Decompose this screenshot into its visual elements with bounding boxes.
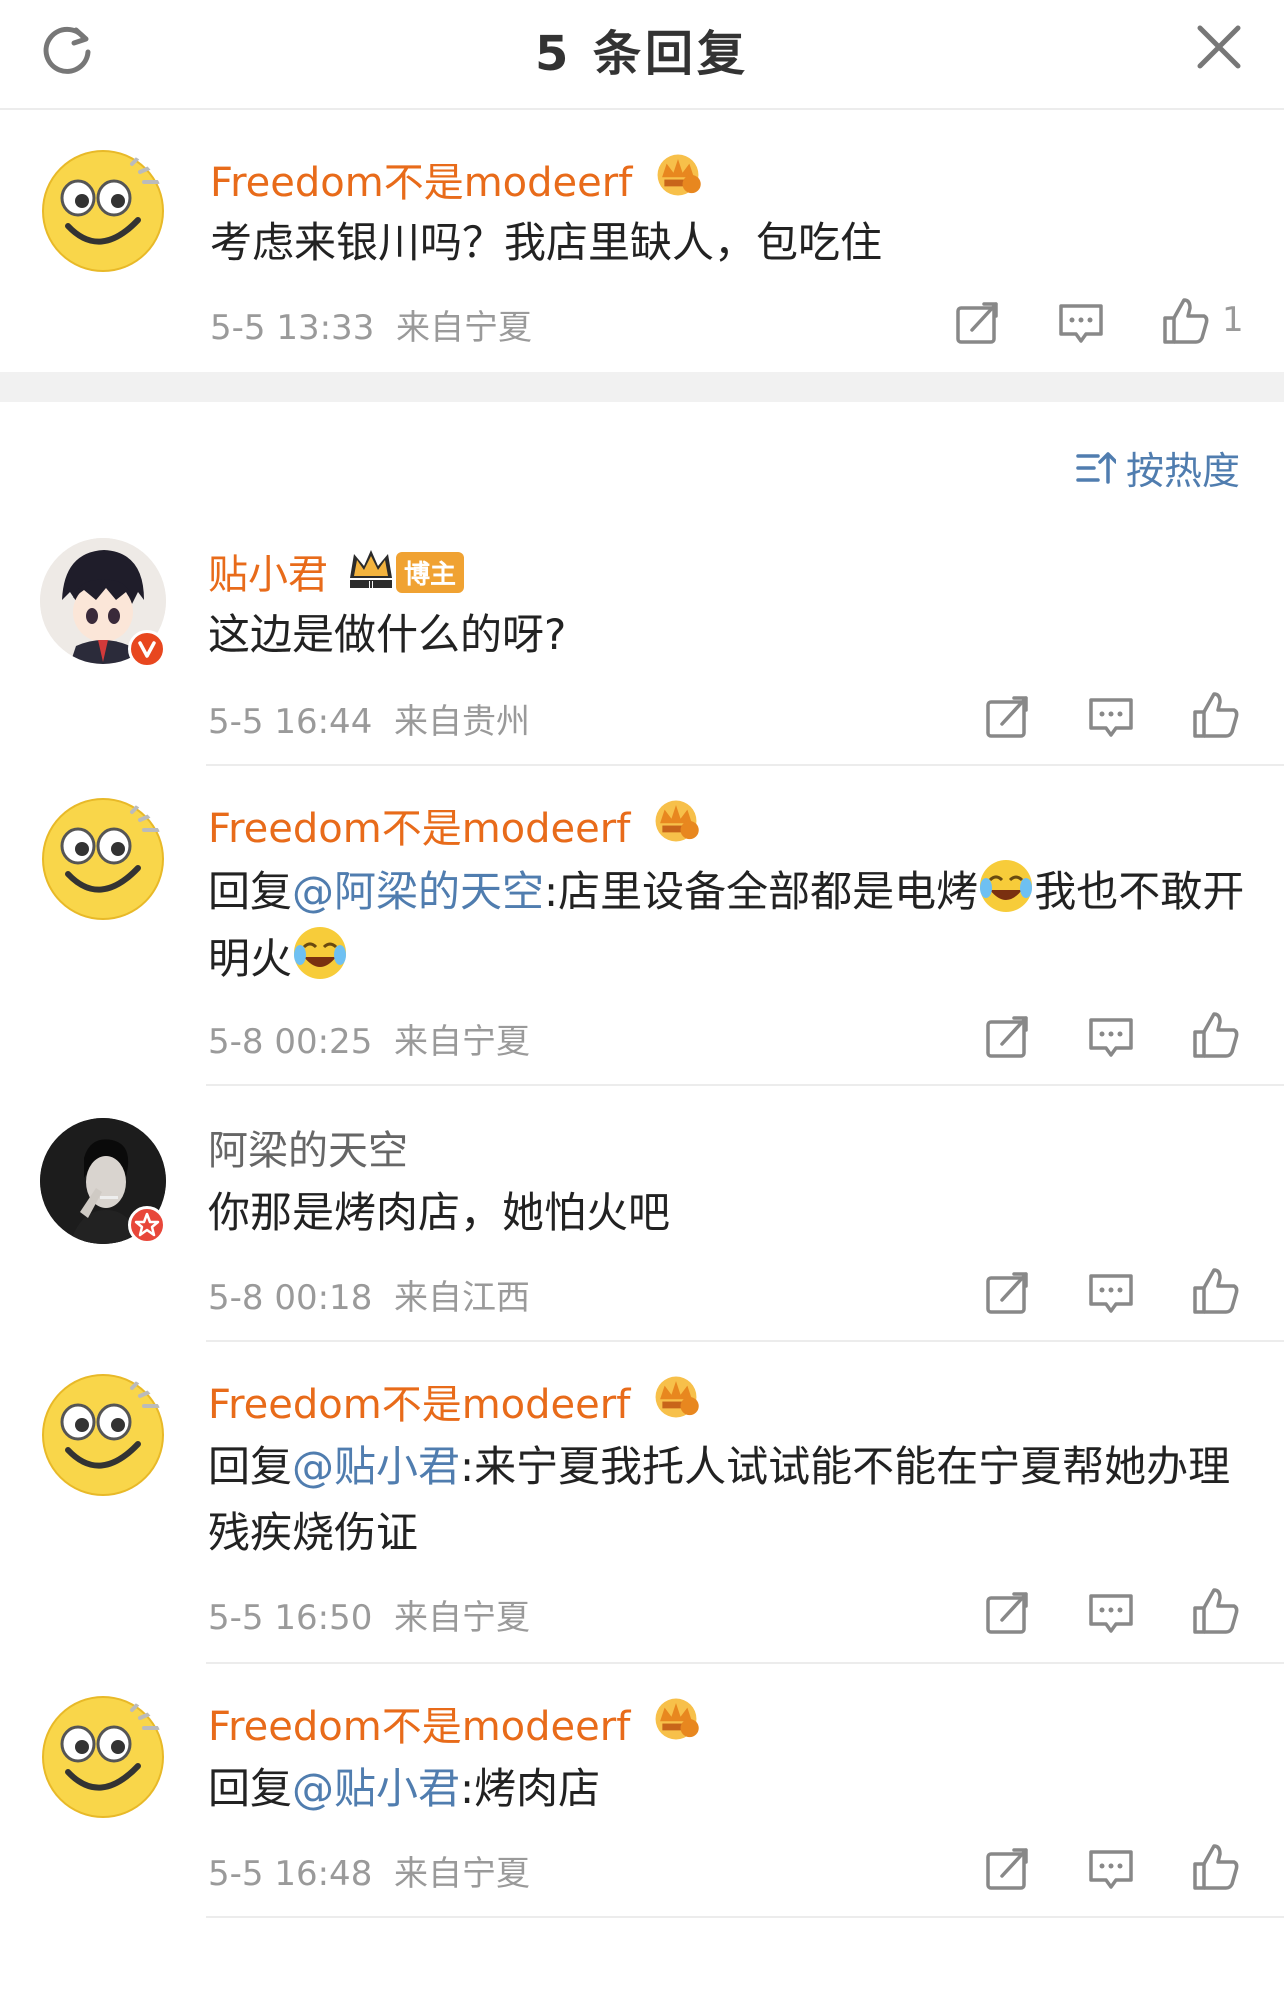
crown-icon	[655, 800, 699, 842]
comment-text: 这边是做什么的呀?	[208, 610, 567, 659]
like-icon[interactable]	[1190, 1586, 1240, 1636]
comment-meta: 5-5 16:44 来自贵州	[208, 694, 530, 743]
comment-icon[interactable]	[1086, 1268, 1136, 1318]
share-icon[interactable]	[982, 1268, 1032, 1318]
comment-time: 5-5 13:33	[210, 308, 375, 348]
comment-time: 5-5 16:50	[208, 1598, 373, 1638]
section-separator	[0, 372, 1284, 402]
username[interactable]: Freedom不是modeerf	[210, 150, 632, 208]
comment-text: 回复@贴小君:来宁夏我托人试试能不能在宁夏帮她办理残疾烧伤证	[208, 1434, 1248, 1566]
comment-meta: 5-5 16:48 来自宁夏	[208, 1846, 530, 1895]
share-icon[interactable]	[952, 298, 1002, 348]
share-icon[interactable]	[982, 1012, 1032, 1062]
comment-location: 来自宁夏	[393, 1598, 530, 1638]
comment-meta: 5-8 00:25 来自宁夏	[208, 1014, 530, 1063]
comment-location: 来自宁夏	[393, 1854, 530, 1894]
comment-icon[interactable]	[1086, 1588, 1136, 1638]
reply-text: :店里设备全部都是电烤	[544, 867, 979, 916]
reply-prefix: 回复	[208, 867, 293, 916]
username[interactable]: 阿梁的天空	[208, 1118, 408, 1176]
comment-location: 来自宁夏	[395, 308, 532, 348]
like-icon[interactable]	[1190, 690, 1240, 740]
comment-text: 你那是烤肉店，她怕火吧	[208, 1188, 671, 1237]
vip-badge-icon	[128, 1206, 166, 1244]
reply-prefix: 回复	[208, 1442, 293, 1491]
comment-meta: 5-5 13:33 来自宁夏	[210, 300, 532, 349]
verified-badge-icon	[128, 630, 166, 668]
comment-time: 5-8 00:18	[208, 1278, 373, 1318]
comment-text: 回复@阿梁的天空:店里设备全部都是电烤 我也不敢开明火	[208, 858, 1248, 992]
like-icon[interactable]	[1190, 1010, 1240, 1060]
divider	[206, 1340, 1284, 1342]
comment-icon[interactable]	[1056, 298, 1106, 348]
avatar[interactable]	[40, 1372, 166, 1498]
username[interactable]: Freedom不是modeerf	[208, 1694, 630, 1752]
comment-meta: 5-5 16:50 来自宁夏	[208, 1590, 530, 1639]
top-bar: 5 条回复	[0, 0, 1284, 110]
crown-level-icon: II	[350, 550, 392, 591]
svg-text:II: II	[368, 580, 374, 591]
comment-location: 来自贵州	[393, 702, 530, 742]
divider	[206, 1084, 1284, 1086]
comment-icon[interactable]	[1086, 1012, 1136, 1062]
sort-button[interactable]: 按热度	[1076, 440, 1240, 495]
crown-icon	[657, 154, 701, 196]
comment-text: 考虑来银川吗？我店里缺人，包吃住	[210, 218, 883, 267]
comment-text: 回复@贴小君:烤肉店	[208, 1756, 1248, 1822]
sort-icon	[1076, 451, 1116, 484]
share-icon[interactable]	[982, 1588, 1032, 1638]
comment-location: 来自宁夏	[393, 1022, 530, 1062]
like-count: 1	[1222, 300, 1244, 340]
share-icon[interactable]	[982, 692, 1032, 742]
like-icon[interactable]	[1160, 296, 1210, 346]
comment-time: 5-8 00:25	[208, 1022, 373, 1062]
avatar[interactable]	[40, 796, 166, 922]
divider	[206, 1662, 1284, 1664]
avatar[interactable]	[40, 148, 166, 274]
page-title: 5 条回复	[534, 26, 750, 82]
mention-link[interactable]: @阿梁的天空	[292, 867, 544, 916]
comment-location: 来自江西	[393, 1278, 530, 1318]
comment-icon[interactable]	[1086, 692, 1136, 742]
divider	[206, 1916, 1284, 1918]
reply-text: :烤肉店	[460, 1764, 601, 1813]
like-icon[interactable]	[1190, 1842, 1240, 1892]
sort-label: 按热度	[1125, 449, 1240, 493]
username[interactable]: 贴小君	[208, 542, 328, 600]
laugh-cry-emoji-icon	[978, 858, 1034, 914]
crown-icon	[655, 1698, 699, 1740]
username[interactable]: Freedom不是modeerf	[208, 796, 630, 854]
share-icon[interactable]	[982, 1844, 1032, 1894]
comment-time: 5-5 16:48	[208, 1854, 373, 1894]
author-badge: 博主	[396, 552, 465, 593]
close-icon[interactable]	[1194, 22, 1244, 72]
divider	[206, 764, 1284, 766]
laugh-cry-emoji-icon	[292, 925, 348, 981]
crown-icon	[655, 1376, 699, 1418]
username[interactable]: Freedom不是modeerf	[208, 1372, 630, 1430]
comment-icon[interactable]	[1086, 1844, 1136, 1894]
mention-link[interactable]: @贴小君	[292, 1442, 460, 1491]
comment-meta: 5-8 00:18 来自江西	[208, 1270, 530, 1319]
mention-link[interactable]: @贴小君	[292, 1764, 460, 1813]
comment-time: 5-5 16:44	[208, 702, 373, 742]
reply-prefix: 回复	[208, 1764, 293, 1813]
like-icon[interactable]	[1190, 1266, 1240, 1316]
avatar[interactable]	[40, 1694, 166, 1820]
